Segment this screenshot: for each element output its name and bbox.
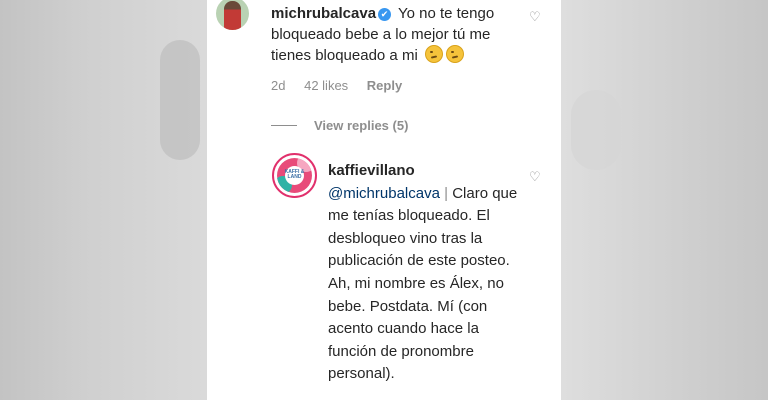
replies-divider-line	[271, 125, 297, 126]
blurred-shape	[160, 40, 200, 160]
separator: |	[444, 184, 449, 202]
blurred-background-left	[0, 0, 207, 400]
avatar[interactable]	[216, 0, 249, 30]
comment-age[interactable]: 2d	[271, 78, 285, 93]
comment-likes[interactable]: 42 likes	[304, 78, 348, 93]
avatar-with-story-ring[interactable]: KAFFI & LAND	[272, 153, 317, 198]
view-replies-label: View replies (5)	[314, 118, 409, 133]
comment-username[interactable]: kaffievillano	[328, 162, 415, 179]
like-heart-icon[interactable]: ♡	[529, 10, 541, 23]
avatar-image: KAFFI & LAND	[277, 158, 312, 193]
avatar-logo-text: KAFFI & LAND	[284, 169, 305, 180]
like-heart-icon[interactable]: ♡	[529, 170, 541, 183]
reply-comment: kaffievillano @michrubalcava | Claro que…	[328, 160, 528, 386]
comment: michrubalcava ✔ Yo no te tengo bloqueado …	[271, 3, 533, 66]
comment-text: Claro que me tenías bloqueado. El desblo…	[328, 184, 518, 383]
thinking-face-emoji-icon	[445, 45, 464, 63]
reply-button[interactable]: Reply	[367, 78, 402, 93]
avatar-figure	[224, 1, 241, 30]
thinking-face-emoji-icon	[424, 45, 443, 63]
comment-meta: 2d 42 likes Reply	[271, 78, 417, 93]
view-replies-button[interactable]: View replies (5)	[271, 118, 408, 133]
mention-link[interactable]: @michrubalcava	[328, 185, 440, 202]
comment-username[interactable]: michrubalcava	[271, 5, 376, 22]
comments-panel: michrubalcava ✔ Yo no te tengo bloqueado …	[207, 0, 561, 400]
verified-badge-icon: ✔	[378, 8, 392, 21]
blurred-background-right	[561, 0, 768, 400]
blurred-shape	[571, 90, 621, 170]
